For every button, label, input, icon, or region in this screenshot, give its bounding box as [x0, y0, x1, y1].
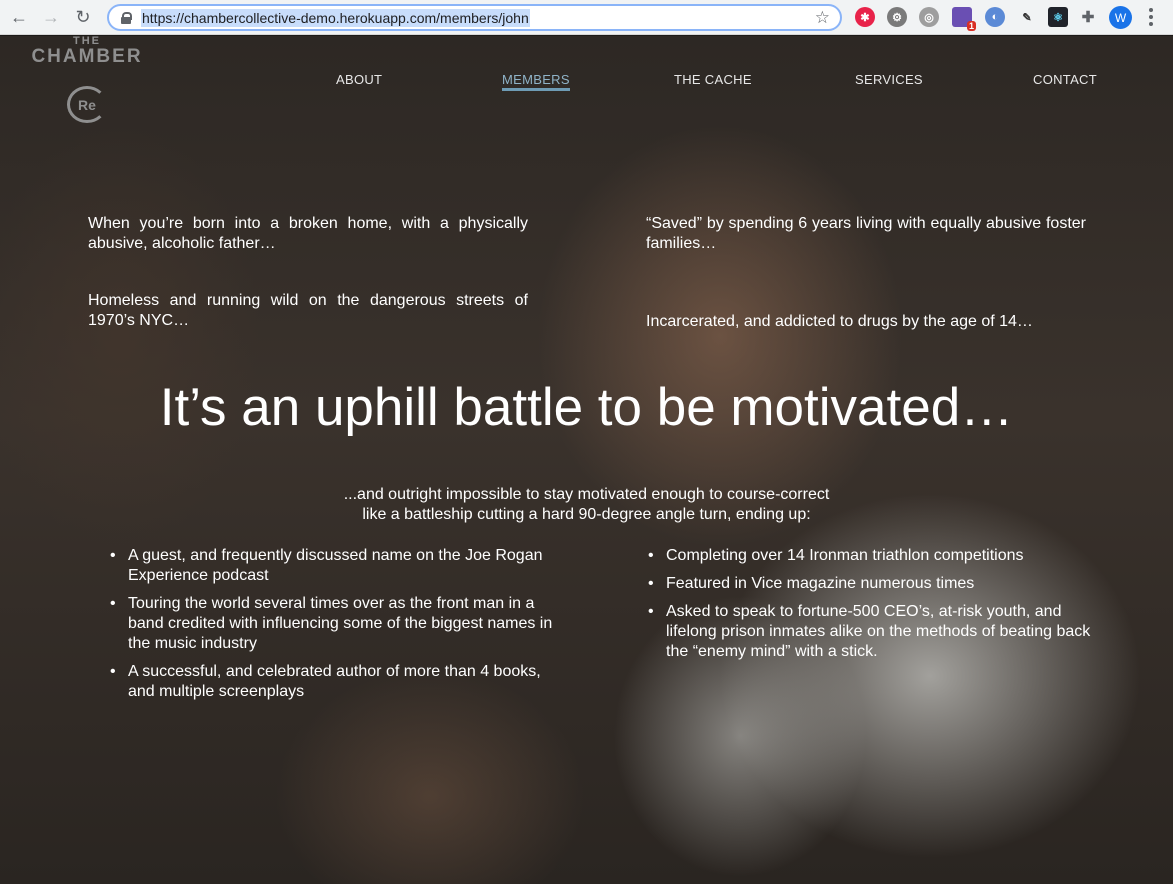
profile-avatar[interactable]: W [1109, 6, 1132, 29]
site-logo[interactable]: THE CHAMBER [12, 36, 162, 67]
list-item: A guest, and frequently discussed name o… [110, 546, 553, 586]
intro-paragraph-4: Incarcerated, and addicted to drugs by t… [646, 313, 1033, 330]
intro-paragraph-1: When you’re born into a broken home, wit… [88, 215, 528, 252]
intro-paragraph-2: “Saved” by spending 6 years living with … [646, 215, 1086, 252]
bookmark-star-icon[interactable]: ☆ [815, 8, 830, 28]
nav-services[interactable]: SERVICES [855, 72, 923, 87]
list-item: A successful, and celebrated author of m… [110, 662, 553, 702]
reload-button[interactable]: ↻ [70, 4, 96, 30]
nav-members[interactable]: MEMBERS [502, 72, 570, 91]
back-button[interactable]: ← [6, 4, 32, 30]
forward-button[interactable]: → [38, 4, 64, 30]
extension-blue-icon[interactable]: ◐ [985, 7, 1005, 27]
extension-react-icon[interactable]: ⚛ [1048, 7, 1068, 27]
subline-line-2: like a battleship cutting a hard 90-degr… [362, 506, 811, 523]
subline-line-1: ...and outright impossible to stay motiv… [343, 486, 830, 503]
hero-headline: It’s an uphill battle to be motivated… [159, 378, 1014, 437]
achievements-list-right: Completing over 14 Ironman triathlon com… [648, 546, 1096, 670]
logo-chamber-text: CHAMBER [31, 46, 143, 67]
achievements-list-left: A guest, and frequently discussed name o… [110, 546, 553, 710]
nav-contact[interactable]: CONTACT [1033, 72, 1097, 87]
url-text[interactable]: https://chambercollective-demo.herokuapp… [141, 8, 530, 27]
intro-paragraph-3: Homeless and running wild on the dangero… [88, 292, 528, 329]
address-bar[interactable]: https://chambercollective-demo.herokuapp… [107, 4, 842, 31]
extension-vivaldi-icon[interactable]: ✱ [855, 7, 875, 27]
extensions-puzzle-icon[interactable]: ✚ [1078, 7, 1098, 27]
nav-the-cache[interactable]: THE CACHE [674, 72, 752, 87]
nav-about[interactable]: ABOUT [336, 72, 382, 87]
extension-badge-icon[interactable]: 1 [952, 7, 976, 31]
browser-toolbar: ← → ↻ https://chambercollective-demo.her… [0, 0, 1173, 35]
extension-gear-icon[interactable]: ⚙ [887, 7, 907, 27]
logo-re-icon: Re [67, 86, 107, 123]
lock-icon [121, 11, 132, 24]
hero-subline: ...and outright impossible to stay motiv… [0, 485, 1173, 525]
list-item: Asked to speak to fortune-500 CEO’s, at-… [648, 602, 1096, 662]
page-hero: THE CHAMBER Re ABOUT MEMBERS THE CACHE S… [0, 36, 1173, 884]
list-item: Completing over 14 Ironman triathlon com… [648, 546, 1096, 566]
extension-eyedropper-icon[interactable]: ✎ [1017, 7, 1037, 27]
extension-circle-icon[interactable]: ◎ [919, 7, 939, 27]
list-item: Touring the world several times over as … [110, 594, 553, 654]
extension-badge-count: 1 [966, 21, 976, 31]
list-item: Featured in Vice magazine numerous times [648, 574, 1096, 594]
browser-menu-icon[interactable] [1148, 7, 1154, 27]
